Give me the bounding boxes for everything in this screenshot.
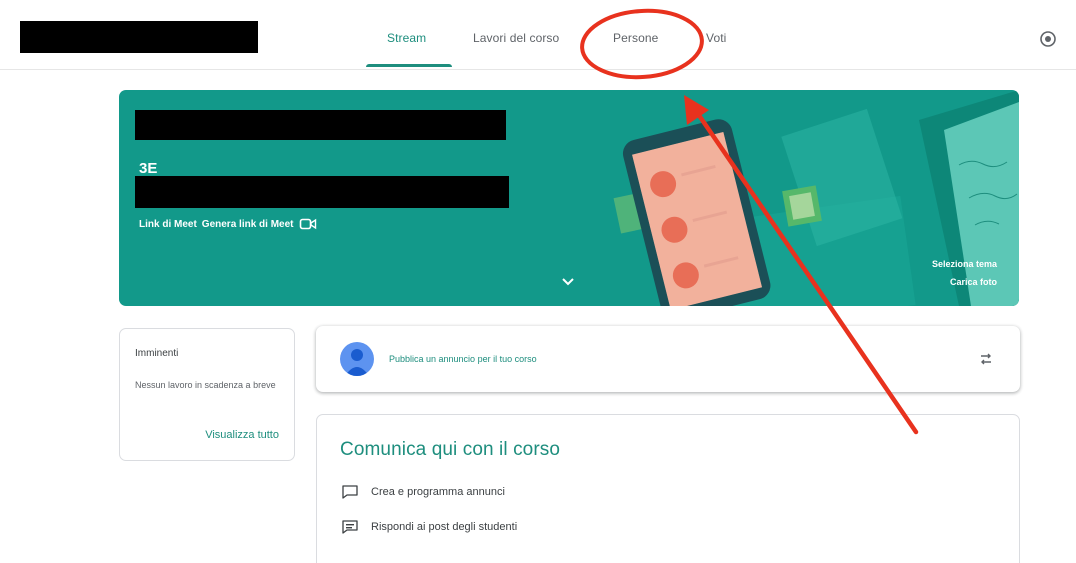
tab-people[interactable]: Persone (613, 31, 658, 45)
banner-illustration (613, 90, 1019, 306)
communicate-title: Comunica qui con il corso (340, 439, 561, 460)
announcement-icon (342, 485, 358, 499)
chevron-down-icon[interactable] (561, 277, 575, 287)
class-banner: 3E Link di Meet Genera link di Meet Sele… (119, 90, 1019, 306)
active-tab-indicator (366, 64, 452, 67)
tab-stream[interactable]: Stream (387, 31, 426, 45)
gear-icon[interactable] (1038, 29, 1058, 49)
announcement-composer[interactable]: Pubblica un annuncio per il tuo corso (316, 326, 1020, 392)
communicate-card: Comunica qui con il corso Crea e program… (316, 414, 1020, 563)
upcoming-card: Imminenti Nessun lavoro in scadenza a br… (119, 328, 295, 461)
announce-placeholder[interactable]: Pubblica un annuncio per il tuo corso (389, 354, 537, 364)
class-section: 3E (139, 160, 158, 177)
redacted-class-subtitle (135, 176, 509, 208)
communicate-item-label: Rispondi ai post degli studenti (371, 521, 518, 533)
user-avatar-icon (345, 349, 369, 376)
meet-link-row: Link di Meet Genera link di Meet (139, 217, 317, 231)
redacted-class-title (135, 110, 506, 140)
meet-link-label: Link di Meet (139, 218, 197, 230)
upcoming-empty-text: Nessun lavoro in scadenza a breve (135, 380, 276, 390)
avatar (340, 342, 374, 376)
upload-photo-button[interactable]: Carica foto (950, 277, 997, 287)
communicate-item-replies: Rispondi ai post degli studenti (341, 519, 517, 535)
upcoming-title: Imminenti (135, 348, 179, 359)
view-all-link[interactable]: Visualizza tutto (205, 429, 279, 441)
reply-comment-icon (342, 520, 358, 534)
communicate-item-announcements: Crea e programma annunci (341, 484, 505, 500)
communicate-item-label: Crea e programma annunci (371, 486, 505, 498)
video-camera-icon[interactable] (299, 217, 317, 231)
tab-coursework[interactable]: Lavori del corso (473, 31, 559, 45)
select-theme-button[interactable]: Seleziona tema (932, 259, 997, 269)
generate-meet-link-button[interactable]: Genera link di Meet (202, 219, 294, 230)
top-nav-bar: Stream Lavori del corso Persone Voti (0, 0, 1076, 70)
tab-grades[interactable]: Voti (706, 31, 726, 45)
redacted-class-name (20, 21, 258, 53)
repost-icon[interactable] (978, 351, 994, 367)
